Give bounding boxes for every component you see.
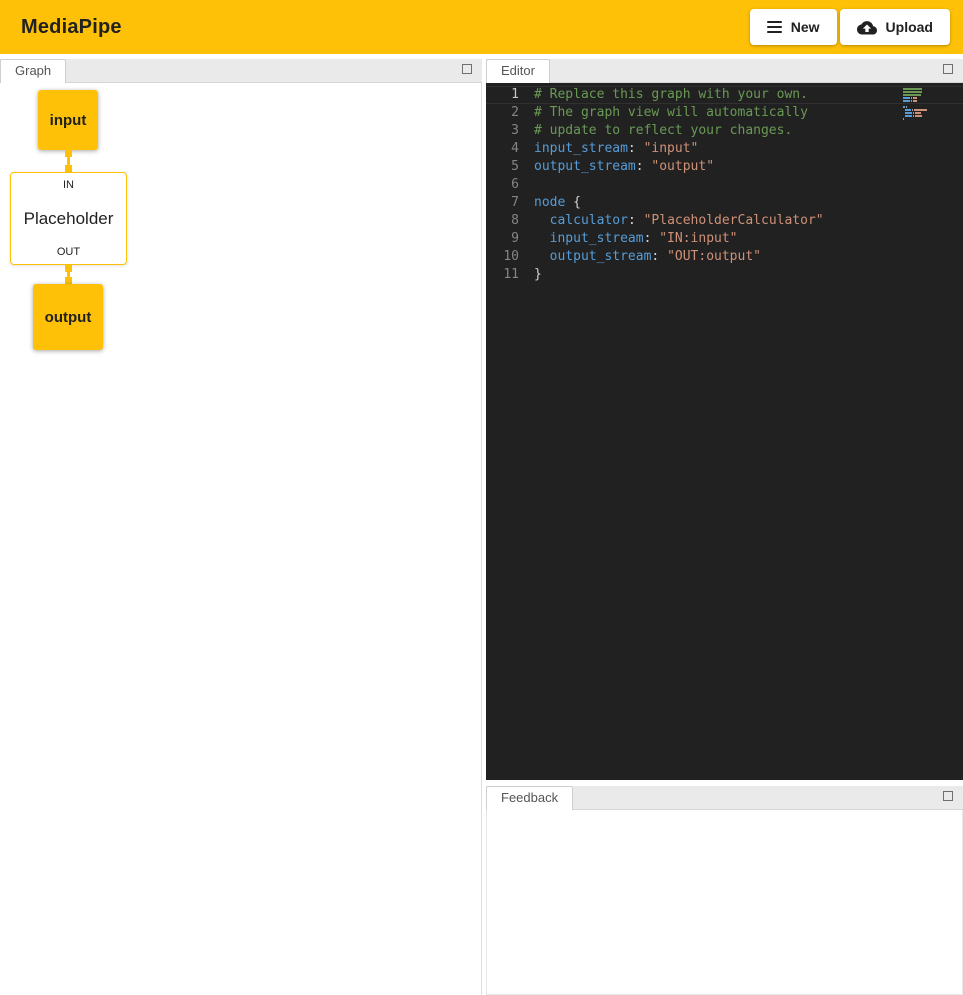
graph-canvas[interactable]: input IN Placeholder OUT output: [0, 83, 482, 995]
placeholder-out-port-label: OUT: [57, 246, 80, 258]
graph-panel: Graph input IN Placeholder OUT output: [0, 59, 482, 995]
code-text: # Replace this graph with your own.: [534, 86, 808, 104]
cloud-upload-icon: [857, 19, 877, 35]
minimap-line: [903, 106, 947, 108]
header-buttons: New Upload: [750, 9, 950, 45]
code-text: # The graph view will automatically: [534, 104, 808, 122]
tab-graph[interactable]: Graph: [0, 59, 66, 83]
placeholder-in-port-label: IN: [63, 179, 74, 191]
code-text: input_stream: "input": [534, 140, 698, 158]
minimap-line: [903, 115, 947, 117]
editor-panel-tabbar: Editor: [486, 59, 963, 83]
minimap-line: [903, 100, 947, 102]
code-line[interactable]: 7node {: [486, 194, 963, 212]
line-number: 6: [486, 176, 534, 194]
line-number: 11: [486, 266, 534, 284]
editor-panel: Editor 1# Replace this graph with your o…: [486, 59, 963, 780]
line-number: 7: [486, 194, 534, 212]
graph-panel-tabbar: Graph: [0, 59, 482, 83]
maximize-icon[interactable]: [943, 791, 953, 801]
graph-node-output-label: output: [45, 309, 92, 326]
tab-feedback[interactable]: Feedback: [486, 786, 573, 810]
code-lines: 1# Replace this graph with your own.2# T…: [486, 86, 963, 284]
code-line[interactable]: 5output_stream: "output": [486, 158, 963, 176]
code-text: }: [534, 266, 542, 284]
code-line[interactable]: 10 output_stream: "OUT:output": [486, 248, 963, 266]
line-number: 10: [486, 248, 534, 266]
code-line[interactable]: 4input_stream: "input": [486, 140, 963, 158]
minimap-line: [903, 109, 947, 111]
code-text: # update to reflect your changes.: [534, 122, 792, 140]
tab-graph-label: Graph: [15, 63, 51, 78]
line-number: 3: [486, 122, 534, 140]
code-text: node {: [534, 194, 581, 212]
code-text: output_stream: "OUT:output": [534, 248, 761, 266]
tab-editor-label: Editor: [501, 63, 535, 78]
port-square: [65, 277, 72, 284]
line-number: 1: [486, 86, 534, 104]
code-line[interactable]: 8 calculator: "PlaceholderCalculator": [486, 212, 963, 230]
feedback-panel-tabbar: Feedback: [486, 786, 963, 810]
code-line[interactable]: 9 input_stream: "IN:input": [486, 230, 963, 248]
minimap-line: [903, 88, 947, 90]
port-square: [65, 150, 72, 157]
edge-wire: [67, 157, 70, 165]
graph-node-input-label: input: [50, 112, 87, 129]
graph-node-placeholder[interactable]: IN Placeholder OUT: [10, 172, 127, 265]
notes-icon: [767, 21, 782, 33]
code-line[interactable]: 1# Replace this graph with your own.: [486, 86, 963, 104]
minimap-line: [903, 91, 947, 93]
port-square: [65, 265, 72, 272]
maximize-icon[interactable]: [462, 64, 472, 74]
upload-button[interactable]: Upload: [840, 9, 950, 45]
new-button-label: New: [791, 19, 820, 35]
code-line[interactable]: 3# update to reflect your changes.: [486, 122, 963, 140]
code-editor[interactable]: 1# Replace this graph with your own.2# T…: [486, 83, 963, 780]
graph-node-output[interactable]: output: [33, 284, 103, 350]
minimap-line: [903, 97, 947, 99]
upload-button-label: Upload: [886, 19, 933, 35]
graph-edge-input-to-placeholder: [64, 150, 72, 172]
code-line[interactable]: 2# The graph view will automatically: [486, 104, 963, 122]
feedback-content: [486, 810, 963, 995]
graph-edge-placeholder-to-output: [64, 265, 72, 284]
code-line[interactable]: 11}: [486, 266, 963, 284]
app-header: MediaPipe New Upload: [0, 0, 963, 54]
feedback-panel: Feedback: [486, 786, 963, 995]
code-text: input_stream: "IN:input": [534, 230, 738, 248]
maximize-icon[interactable]: [943, 64, 953, 74]
line-number: 4: [486, 140, 534, 158]
placeholder-node-title: Placeholder: [24, 209, 114, 229]
app-title: MediaPipe: [21, 16, 122, 39]
minimap-line: [903, 103, 947, 105]
tab-editor[interactable]: Editor: [486, 59, 550, 83]
minimap-line: [903, 112, 947, 114]
line-number: 2: [486, 104, 534, 122]
minimap-line: [903, 94, 947, 96]
new-button[interactable]: New: [750, 9, 837, 45]
line-number: 8: [486, 212, 534, 230]
graph-node-input[interactable]: input: [38, 90, 98, 150]
code-line[interactable]: 6: [486, 176, 963, 194]
port-square: [65, 165, 72, 172]
minimap[interactable]: [903, 88, 947, 121]
code-text: output_stream: "output": [534, 158, 714, 176]
line-number: 9: [486, 230, 534, 248]
minimap-line: [903, 118, 947, 120]
line-number: 5: [486, 158, 534, 176]
code-text: calculator: "PlaceholderCalculator": [534, 212, 824, 230]
tab-feedback-label: Feedback: [501, 790, 558, 805]
